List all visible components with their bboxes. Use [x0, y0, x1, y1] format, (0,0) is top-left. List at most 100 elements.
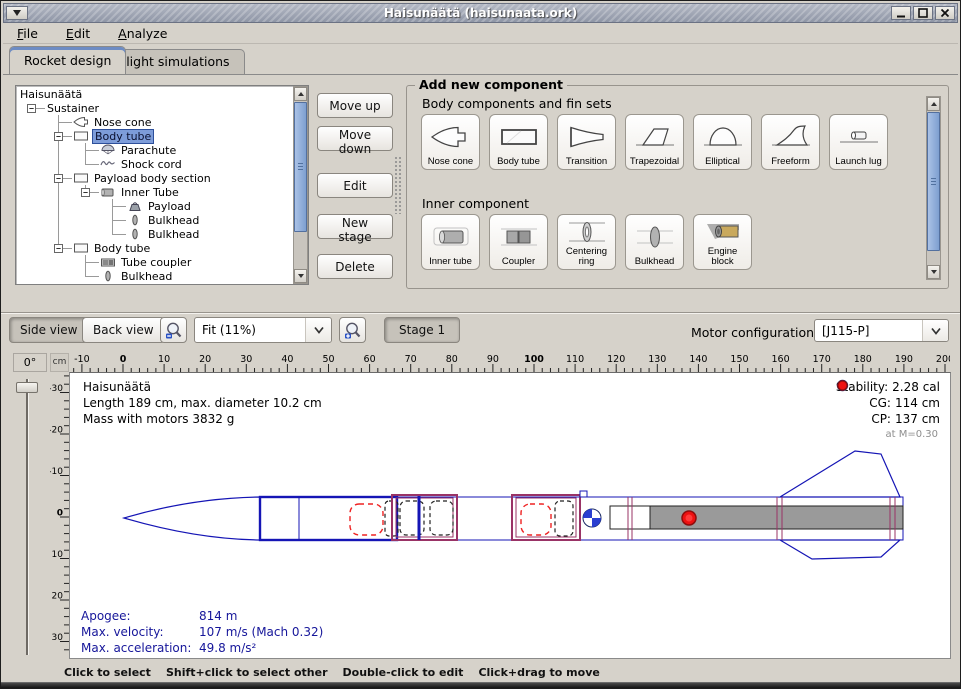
rocket-dimensions: Length 189 cm, max. diameter 10.2 cm	[83, 395, 322, 411]
tree-item-payload[interactable]: Payload	[18, 199, 292, 213]
scroll-down-button[interactable]	[294, 269, 307, 283]
stability-stats: Stability: 2.28 cal CG: 114 cm CP: 137 c…	[836, 379, 940, 443]
tree-item-bulkhead[interactable]: Bulkhead	[18, 269, 292, 283]
tree-item-sustainer[interactable]: −Sustainer	[18, 101, 292, 115]
add-bulkhead-button[interactable]: Bulkhead	[625, 214, 684, 270]
cp-value: 137 cm	[895, 411, 940, 427]
zoom-in-button[interactable]	[339, 317, 366, 343]
scroll-up-button[interactable]	[294, 87, 307, 101]
svg-text:30: 30	[52, 633, 64, 643]
side-view-button[interactable]: Side view	[9, 317, 88, 343]
tree-item-label: Bulkhead	[146, 214, 201, 227]
move-down-button[interactable]: Move down	[317, 126, 393, 151]
rotation-slider-handle[interactable]	[16, 382, 38, 393]
menu-edit[interactable]: Edit	[66, 26, 90, 41]
close-button[interactable]	[935, 6, 955, 20]
bulkhead-tree-icon	[126, 228, 143, 241]
delete-button[interactable]: Delete	[317, 254, 393, 279]
max-velocity-value: 107 m/s (Mach 0.32)	[199, 624, 323, 640]
maximize-button[interactable]	[913, 6, 933, 20]
tree-expand-box[interactable]: −	[54, 244, 63, 253]
zoom-level-select[interactable]: Fit (11%)	[194, 317, 332, 343]
tree-item-bulkhead[interactable]: Bulkhead	[18, 213, 292, 227]
component-tree[interactable]: Haisunäätä−SustainerNose cone − Body tube P…	[18, 87, 292, 283]
add-body-tube-button[interactable]: Body tube	[489, 114, 548, 170]
rotation-slider-track[interactable]	[26, 379, 29, 655]
add-launch-lug-button[interactable]: Launch lug	[829, 114, 888, 170]
shock-cord-icon	[99, 158, 116, 171]
bottom-fin-shape[interactable]	[780, 540, 900, 559]
tree-item-label: Haisunäätä	[18, 88, 84, 101]
inner-component-label: Inner component	[422, 196, 529, 211]
add-trapezoidal-button[interactable]: Trapezoidal	[625, 114, 684, 170]
add-centering-ring-button[interactable]: Centering ring	[557, 214, 616, 270]
new-stage-button[interactable]: New stage	[317, 214, 393, 239]
tree-item-nose-cone[interactable]: Nose cone	[18, 115, 292, 129]
scroll-up-button[interactable]	[927, 97, 940, 111]
ruler-unit-label: cm	[50, 353, 69, 372]
add-coupler-button[interactable]: Coupler	[489, 214, 548, 270]
menu-analyze[interactable]: Analyze	[118, 26, 167, 41]
tree-scrollbar[interactable]	[293, 86, 308, 284]
close-icon	[939, 7, 951, 19]
tree-item-payload-body-section[interactable]: −Payload body section	[18, 171, 292, 185]
tree-item-parachute[interactable]: Parachute	[18, 143, 292, 157]
launch-lug-shape[interactable]	[580, 491, 587, 497]
add-transition-button[interactable]: Transition	[557, 114, 616, 170]
menu-file[interactable]: File	[17, 26, 38, 41]
zoom-select-arrow[interactable]	[305, 318, 331, 342]
tree-expand-box[interactable]: −	[27, 104, 36, 113]
add-inner-tube-button[interactable]: Inner tube	[421, 214, 480, 270]
chevron-down-icon	[313, 325, 325, 335]
stage-1-toggle[interactable]: Stage 1	[384, 317, 460, 343]
svg-text:-30: -30	[50, 384, 63, 394]
tree-item-bulkhead[interactable]: Bulkhead	[18, 227, 292, 241]
tree-expand-box[interactable]: −	[54, 132, 63, 141]
inner-tube-icon	[429, 217, 473, 257]
body-tube-icon	[497, 117, 541, 157]
add-nose-cone-button[interactable]: Nose cone	[421, 114, 480, 170]
tree-item-tube-coupler[interactable]: Tube coupler	[18, 255, 292, 269]
engine-block-icon	[701, 217, 745, 247]
add-freeform-button[interactable]: Freeform	[761, 114, 820, 170]
centering-ring-icon	[565, 217, 609, 247]
rocket-diagram-canvas[interactable]: Haisunäätä Length 189 cm, max. diameter …	[69, 372, 951, 659]
add-elliptical-button[interactable]: Elliptical	[693, 114, 752, 170]
top-fin-shape[interactable]	[780, 451, 900, 497]
hint-double-click: Double-click to edit	[343, 666, 464, 679]
tree-item-haisun-t[interactable]: Haisunäätä	[18, 87, 292, 101]
tree-item-label: Payload	[146, 200, 193, 213]
minimize-button[interactable]	[891, 6, 911, 20]
svg-text:120: 120	[607, 354, 625, 365]
tree-item-body-tube[interactable]: −Body tube	[18, 129, 292, 143]
rocket-name: Haisunäätä	[83, 379, 322, 395]
motor-mount-tube-shape[interactable]	[610, 506, 650, 529]
component-scrollbar-thumb[interactable]	[927, 112, 940, 251]
motor-configuration-select[interactable]: [J115-P]	[814, 319, 949, 342]
nose-cone-shape[interactable]	[124, 497, 260, 540]
tree-scrollbar-thumb[interactable]	[294, 102, 307, 232]
svg-text:10: 10	[158, 354, 170, 365]
svg-text:110: 110	[566, 354, 584, 365]
zoom-out-button[interactable]	[160, 317, 187, 343]
cg-label: CG:	[869, 395, 891, 411]
tree-item-label: Body tube	[92, 242, 152, 255]
tree-item-body-tube[interactable]: − Body tube	[18, 241, 292, 255]
motor-select-arrow[interactable]	[922, 320, 948, 341]
add-component-title: Add new component	[415, 77, 567, 92]
scroll-down-button[interactable]	[927, 265, 940, 279]
apogee-value: 814 m	[199, 608, 237, 624]
add-engine-block-button[interactable]: Engine block	[693, 214, 752, 270]
tab-rocket-design[interactable]: Rocket design	[9, 46, 126, 74]
component-panel-scrollbar[interactable]	[926, 96, 941, 280]
title-bar[interactable]: Haisunäätä (haisunaata.ork)	[3, 3, 958, 23]
edit-button[interactable]: Edit	[317, 173, 393, 198]
splitter-handle[interactable]	[394, 156, 402, 214]
tree-item-shock-cord[interactable]: Shock cord	[18, 157, 292, 171]
tree-expand-box[interactable]: −	[54, 174, 63, 183]
tree-expand-box[interactable]: −	[81, 188, 90, 197]
tree-item-label: Bulkhead	[146, 228, 201, 241]
back-view-button[interactable]: Back view	[82, 317, 165, 343]
move-up-button[interactable]: Move up	[317, 93, 393, 118]
tree-item-inner-tube[interactable]: −Inner Tube	[18, 185, 292, 199]
